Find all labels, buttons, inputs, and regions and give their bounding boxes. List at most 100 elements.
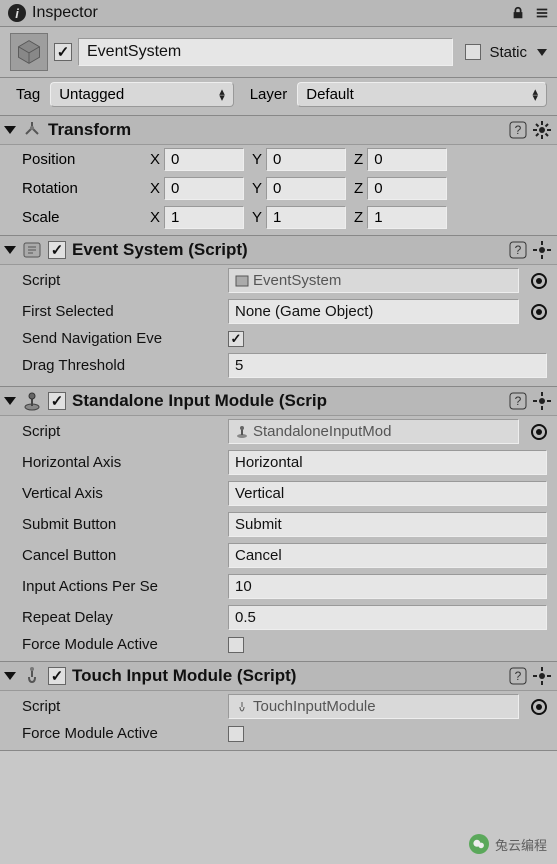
transform-component: Transform ? Position X0 Y0 Z0 Rotation X… (0, 116, 557, 236)
first-selected-row: First Selected None (Game Object) (0, 296, 557, 327)
force-module-checkbox[interactable] (228, 637, 244, 653)
horizontal-axis-row: Horizontal Axis Horizontal (0, 447, 557, 478)
static-dropdown-icon[interactable] (537, 49, 547, 56)
gameobject-active-checkbox[interactable]: ✓ (54, 43, 72, 61)
force-module-row: Force Module Active (0, 633, 557, 661)
gear-icon[interactable] (533, 121, 551, 139)
foldout-icon (4, 672, 16, 680)
touch-script-label: Script (22, 698, 222, 715)
event-system-component: ✓ Event System (Script) ? Script EventSy… (0, 236, 557, 387)
help-icon[interactable]: ? (509, 241, 527, 259)
object-picker-icon[interactable] (531, 699, 547, 715)
submit-button-field[interactable]: Submit (228, 512, 547, 537)
position-y[interactable]: 0 (266, 148, 346, 171)
event-system-header[interactable]: ✓ Event System (Script) ? (0, 236, 557, 265)
cancel-button-row: Cancel Button Cancel (0, 540, 557, 571)
rotation-x[interactable]: 0 (164, 177, 244, 200)
touch-force-module-checkbox[interactable] (228, 726, 244, 742)
help-icon[interactable]: ? (509, 392, 527, 410)
scale-x[interactable]: 1 (164, 206, 244, 229)
wechat-icon (469, 834, 489, 854)
standalone-enabled-checkbox[interactable]: ✓ (48, 392, 66, 410)
touch-title: Touch Input Module (Script) (72, 666, 296, 686)
first-selected-field[interactable]: None (Game Object) (228, 299, 519, 324)
position-z[interactable]: 0 (367, 148, 447, 171)
vertical-axis-row: Vertical Axis Vertical (0, 478, 557, 509)
help-icon[interactable]: ? (509, 121, 527, 139)
script-icon (22, 240, 42, 260)
transform-icon (22, 120, 42, 140)
drag-threshold-field[interactable]: 5 (228, 353, 547, 378)
svg-text:?: ? (515, 669, 522, 683)
touch-force-module-row: Force Module Active (0, 722, 557, 750)
standalone-input-header[interactable]: ✓ Standalone Input Module (Scrip ? (0, 387, 557, 416)
info-icon: i (8, 4, 26, 22)
watermark-text: 兔云编程 (495, 835, 547, 854)
input-actions-field[interactable]: 10 (228, 574, 547, 599)
sim-script-row: Script StandaloneInputMod (0, 416, 557, 447)
repeat-delay-field[interactable]: 0.5 (228, 605, 547, 630)
repeat-delay-label: Repeat Delay (22, 609, 222, 626)
event-system-title: Event System (Script) (72, 240, 248, 260)
object-picker-icon[interactable] (531, 424, 547, 440)
touch-enabled-checkbox[interactable]: ✓ (48, 667, 66, 685)
inspector-header: i Inspector (0, 0, 557, 27)
script-label: Script (22, 272, 222, 289)
gameobject-icon (10, 33, 48, 71)
scale-y[interactable]: 1 (266, 206, 346, 229)
transform-title: Transform (48, 120, 131, 140)
send-navigation-label: Send Navigation Eve (22, 330, 222, 347)
position-row: Position X0 Y0 Z0 (0, 145, 557, 174)
svg-text:?: ? (515, 123, 522, 137)
event-system-enabled-checkbox[interactable]: ✓ (48, 241, 66, 259)
static-checkbox[interactable] (465, 44, 481, 60)
send-navigation-checkbox[interactable]: ✓ (228, 331, 244, 347)
scale-z[interactable]: 1 (367, 206, 447, 229)
horizontal-axis-label: Horizontal Axis (22, 454, 222, 471)
repeat-delay-row: Repeat Delay 0.5 (0, 602, 557, 633)
gear-icon[interactable] (533, 667, 551, 685)
touch-input-header[interactable]: ✓ Touch Input Module (Script) ? (0, 662, 557, 691)
horizontal-axis-field[interactable]: Horizontal (228, 450, 547, 475)
position-x[interactable]: 0 (164, 148, 244, 171)
help-icon[interactable]: ? (509, 667, 527, 685)
layer-value: Default (306, 86, 354, 103)
position-label: Position (22, 151, 142, 168)
gear-icon[interactable] (533, 392, 551, 410)
touch-script-row: Script TouchInputModule (0, 691, 557, 722)
layer-label: Layer (250, 86, 288, 103)
standalone-title: Standalone Input Module (Scrip (72, 391, 327, 411)
rotation-label: Rotation (22, 180, 142, 197)
drag-threshold-row: Drag Threshold 5 (0, 350, 557, 386)
layer-dropdown[interactable]: Default ▴▾ (297, 82, 547, 107)
cancel-button-label: Cancel Button (22, 547, 222, 564)
gear-icon[interactable] (533, 241, 551, 259)
cancel-button-field[interactable]: Cancel (228, 543, 547, 568)
inspector-panel: i Inspector ✓ EventSystem Static Tag Unt… (0, 0, 557, 751)
scale-row: Scale X1 Y1 Z1 (0, 203, 557, 235)
object-picker-icon[interactable] (531, 304, 547, 320)
lock-icon[interactable] (511, 6, 525, 20)
rotation-y[interactable]: 0 (266, 177, 346, 200)
vertical-axis-label: Vertical Axis (22, 485, 222, 502)
joystick-icon (22, 391, 42, 411)
drag-threshold-label: Drag Threshold (22, 357, 222, 374)
gameobject-name-field[interactable]: EventSystem (78, 38, 453, 66)
tag-dropdown[interactable]: Untagged ▴▾ (50, 82, 234, 107)
svg-text:?: ? (515, 394, 522, 408)
foldout-icon (4, 126, 16, 134)
rotation-z[interactable]: 0 (367, 177, 447, 200)
script-field: EventSystem (228, 268, 519, 293)
input-actions-label: Input Actions Per Se (22, 578, 222, 595)
transform-header[interactable]: Transform ? (0, 116, 557, 145)
tag-layer-row: Tag Untagged ▴▾ Layer Default ▴▾ (0, 78, 557, 116)
send-navigation-row: Send Navigation Eve ✓ (0, 327, 557, 350)
standalone-input-component: ✓ Standalone Input Module (Scrip ? Scrip… (0, 387, 557, 662)
object-picker-icon[interactable] (531, 273, 547, 289)
script-row: Script EventSystem (0, 265, 557, 296)
vertical-axis-field[interactable]: Vertical (228, 481, 547, 506)
panel-menu-icon[interactable] (535, 6, 549, 20)
first-selected-label: First Selected (22, 303, 222, 320)
submit-button-row: Submit Button Submit (0, 509, 557, 540)
sim-script-field: StandaloneInputMod (228, 419, 519, 444)
